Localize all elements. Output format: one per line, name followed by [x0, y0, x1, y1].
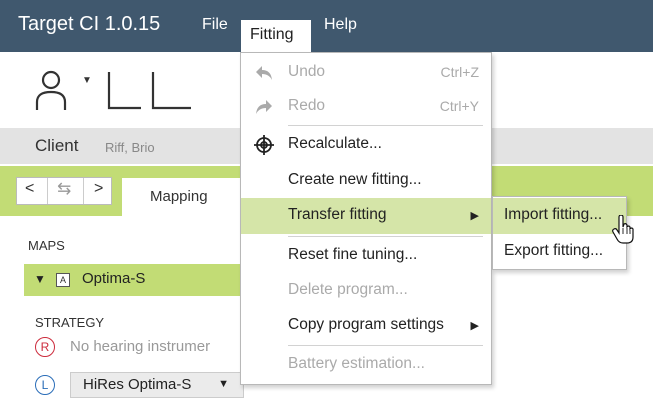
divider [288, 345, 483, 346]
menu-item-import-fitting[interactable]: Import fitting... [493, 198, 626, 234]
swap-icon[interactable]: ⇆ [57, 179, 71, 199]
menu-item-export-fitting[interactable]: Export fitting... [493, 234, 626, 270]
menu-item-recalculate[interactable]: Recalculate... [241, 127, 491, 163]
submenu-arrow-icon: ▶ [470, 320, 479, 332]
menu-item-label: Recalculate... [288, 135, 382, 152]
menu-item-label: Undo [288, 63, 326, 80]
tab-mapping[interactable]: Mapping [122, 178, 252, 216]
title-bar: Target CI 1.0.15 File Fitting Help [0, 0, 653, 52]
fitting-menu: Undo Ctrl+Z Redo Ctrl+Y Recalculate... C… [240, 52, 492, 385]
left-strategy-value: HiRes Optima-S [83, 376, 192, 393]
chevron-left-icon[interactable]: < [25, 180, 34, 198]
menu-item-label: Delete program... [288, 281, 408, 298]
nav-controls: < ⇆ > [16, 177, 112, 205]
ear-sides-icon [107, 72, 191, 110]
map-item-selected[interactable]: ▼ A Optima-S [24, 264, 254, 296]
chevron-right-icon[interactable]: > [94, 180, 103, 198]
menu-item-label: Transfer fitting [288, 206, 387, 223]
menu-help[interactable]: Help [324, 16, 357, 34]
map-label: Optima-S [82, 270, 146, 287]
chevron-down-icon[interactable]: ▼ [82, 75, 92, 86]
menu-item-create-new-fitting[interactable]: Create new fitting... [241, 163, 491, 199]
menu-item-label: Import fitting... [504, 206, 603, 223]
menu-item-redo[interactable]: Redo Ctrl+Y [241, 89, 491, 125]
menu-item-label: Create new fitting... [288, 171, 422, 188]
menu-item-shortcut: Ctrl+Z [440, 64, 480, 80]
client-label: Client [35, 136, 79, 155]
menu-item-label: Export fitting... [504, 242, 604, 259]
menu-item-label: Redo [288, 97, 326, 114]
menu-item-battery-estimation[interactable]: Battery estimation... [241, 347, 491, 383]
strategy-heading: STRATEGY [35, 315, 105, 330]
menu-item-transfer-fitting[interactable]: Transfer fitting ▶ [241, 198, 491, 234]
menu-item-label: Battery estimation... [288, 355, 425, 372]
redo-icon [256, 100, 272, 114]
maps-heading: MAPS [28, 238, 65, 253]
menu-item-undo[interactable]: Undo Ctrl+Z [241, 55, 491, 91]
divider [83, 178, 84, 204]
menu-item-delete-program[interactable]: Delete program... [241, 273, 491, 309]
divider [47, 178, 48, 204]
menu-item-label: Reset fine tuning... [288, 246, 418, 263]
menu-file[interactable]: File [202, 16, 228, 34]
menu-item-shortcut: Ctrl+Y [439, 98, 479, 114]
submenu-arrow-icon: ▶ [470, 210, 479, 222]
map-badge: A [56, 273, 70, 287]
user-icon[interactable] [35, 68, 75, 112]
undo-icon [256, 66, 272, 80]
left-ear-badge: L [35, 375, 55, 395]
chevron-down-icon: ▼ [218, 378, 229, 390]
transfer-fitting-submenu: Import fitting... Export fitting... [492, 196, 627, 270]
triangle-down-icon[interactable]: ▼ [34, 272, 46, 286]
hand-cursor-icon [612, 215, 634, 244]
menu-item-copy-program-settings[interactable]: Copy program settings ▶ [241, 308, 491, 344]
right-strategy-text: No hearing instrumer [70, 338, 211, 355]
client-name: Riff, Brio [105, 140, 155, 155]
right-ear-badge: R [35, 337, 55, 357]
app-title: Target CI 1.0.15 [18, 13, 161, 35]
menu-fitting[interactable]: Fitting [241, 20, 311, 52]
menu-item-label: Copy program settings [288, 316, 444, 333]
divider [288, 125, 483, 126]
left-strategy-select[interactable]: HiRes Optima-S ▼ [70, 372, 244, 398]
target-icon [254, 135, 274, 155]
divider [288, 236, 483, 237]
menu-item-reset-fine-tuning[interactable]: Reset fine tuning... [241, 238, 491, 274]
